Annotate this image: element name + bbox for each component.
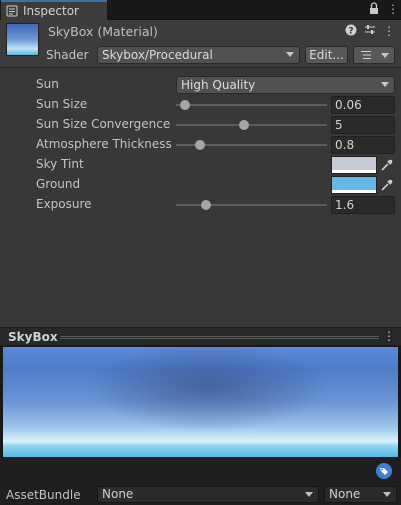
- property-sun-size: Sun Size 0.06: [0, 95, 401, 115]
- property-ground: Ground: [0, 175, 401, 195]
- ground-swatch[interactable]: [331, 176, 377, 194]
- asset-bundle-name-value: None: [102, 487, 134, 501]
- slider-knob[interactable]: [238, 120, 249, 130]
- asset-bundle-name-dropdown[interactable]: None: [97, 486, 319, 503]
- chevron-down-icon: [381, 82, 389, 87]
- tab-title: Inspector: [23, 4, 79, 18]
- edit-shader-button[interactable]: Edit...: [305, 46, 348, 64]
- property-sun: Sun High Quality: [0, 75, 401, 95]
- sky-tint-label: Sky Tint: [36, 157, 84, 171]
- tab-inspector[interactable]: Inspector: [1, 0, 107, 20]
- sun-size-field[interactable]: 0.06: [331, 96, 395, 114]
- property-exposure: Exposure 1.6: [0, 195, 401, 215]
- exposure-field[interactable]: 1.6: [331, 196, 395, 214]
- shader-options-button[interactable]: [353, 46, 395, 64]
- sun-size-slider[interactable]: [176, 100, 327, 110]
- atmosphere-thickness-field[interactable]: 0.8: [331, 136, 395, 154]
- kebab-menu-icon[interactable]: ⋮: [387, 2, 399, 16]
- asset-bundle-label: AssetBundle: [6, 488, 81, 502]
- preview-header[interactable]: SkyBox ⋮: [0, 327, 401, 346]
- sun-value: High Quality: [181, 78, 256, 92]
- tag-icon[interactable]: [376, 463, 392, 479]
- drag-handle[interactable]: [60, 336, 379, 339]
- skybox-preview[interactable]: [3, 347, 398, 457]
- chevron-down-icon: [286, 52, 294, 57]
- asset-bundle-variant-dropdown[interactable]: None: [324, 486, 397, 503]
- help-icon[interactable]: ?: [345, 24, 357, 36]
- exposure-label: Exposure: [36, 197, 92, 211]
- property-sky-tint: Sky Tint: [0, 155, 401, 175]
- inspector-icon: [6, 5, 18, 17]
- lock-icon[interactable]: [369, 2, 379, 15]
- sun-dropdown[interactable]: High Quality: [176, 76, 395, 94]
- sun-size-convergence-label: Sun Size Convergence: [36, 117, 171, 131]
- chevron-down-icon: [305, 492, 313, 497]
- shader-value: Skybox/Procedural: [102, 48, 213, 62]
- property-atmosphere-thickness: Atmosphere Thickness 0.8: [0, 135, 401, 155]
- ground-label: Ground: [36, 177, 81, 191]
- eyedropper-icon[interactable]: [379, 157, 395, 173]
- shader-dropdown[interactable]: Skybox/Procedural: [97, 46, 300, 64]
- sun-size-label: Sun Size: [36, 97, 88, 111]
- atmosphere-thickness-slider[interactable]: [176, 140, 327, 150]
- slider-knob[interactable]: [195, 140, 206, 150]
- chevron-down-icon: [383, 492, 391, 497]
- sky-tint-swatch[interactable]: [331, 156, 377, 174]
- sun-label: Sun: [36, 77, 59, 91]
- slider-knob[interactable]: [180, 100, 191, 110]
- sun-size-convergence-field[interactable]: 5: [331, 116, 395, 134]
- list-icon: [361, 51, 371, 59]
- shader-label: Shader: [46, 48, 89, 62]
- preview-title: SkyBox: [8, 330, 58, 344]
- kebab-menu-icon[interactable]: ⋮: [383, 329, 395, 343]
- sliders-icon[interactable]: [364, 24, 376, 36]
- kebab-menu-icon[interactable]: ⋮: [383, 24, 395, 38]
- exposure-slider[interactable]: [176, 200, 327, 210]
- tab-bar: Inspector ⋮: [0, 0, 401, 20]
- svg-text:?: ?: [348, 26, 353, 36]
- slider-knob[interactable]: [201, 200, 212, 210]
- atmosphere-thickness-label: Atmosphere Thickness: [36, 137, 172, 151]
- sun-size-convergence-slider[interactable]: [176, 120, 327, 130]
- chevron-down-icon: [381, 53, 389, 58]
- material-title: SkyBox (Material): [48, 24, 158, 39]
- inspector-panel: SkyBox (Material) ? ⋮ Shader Skybox/Proc…: [0, 20, 401, 327]
- material-header: SkyBox (Material) ? ⋮ Shader Skybox/Proc…: [0, 20, 401, 68]
- property-sun-size-convergence: Sun Size Convergence 5: [0, 115, 401, 135]
- asset-bundle-variant-value: None: [329, 487, 361, 501]
- eyedropper-icon[interactable]: [379, 177, 395, 193]
- material-thumbnail[interactable]: [6, 23, 39, 56]
